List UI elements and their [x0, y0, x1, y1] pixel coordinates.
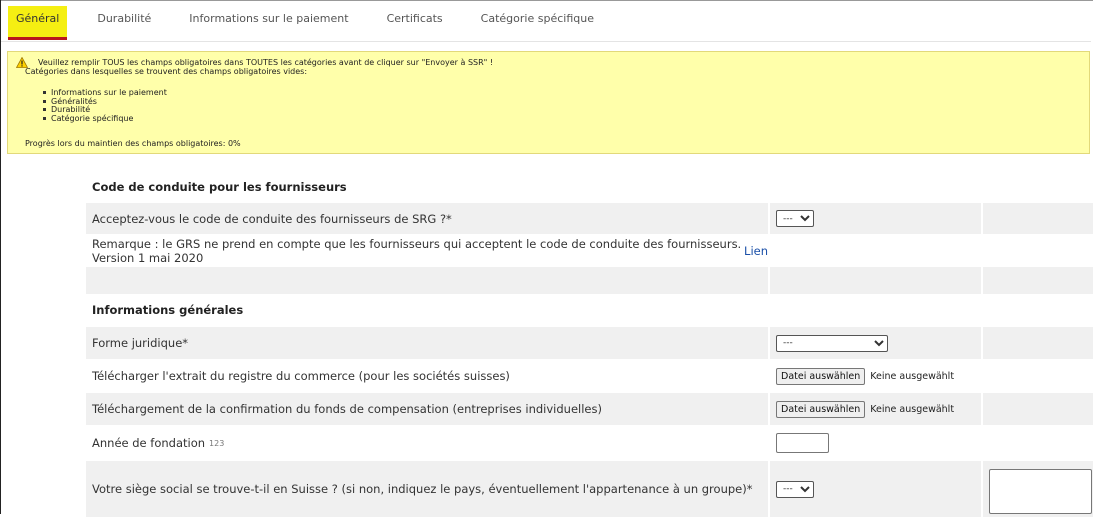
row-accept-code: Acceptez-vous le code de conduite des fo… — [86, 203, 1093, 234]
section-title-code-of-conduct: Code de conduite pour les fournisseurs — [92, 180, 347, 194]
file-status: Keine ausgewählt — [870, 370, 955, 382]
remark-link[interactable]: Lien — [744, 244, 768, 258]
remark-text: Remarque : le GRS ne prend en compte que… — [92, 236, 742, 265]
row-spacer — [86, 267, 1093, 294]
founding-year-label: Année de fondation — [92, 436, 206, 450]
row-legal-form: Forme juridique* --- — [86, 327, 1093, 359]
row-remark: Remarque : le GRS ne prend en compte que… — [86, 235, 1093, 266]
row-founding-year: Année de fondation 123 — [86, 426, 1093, 460]
list-item: Catégorie spécifique — [43, 114, 167, 122]
accept-code-select[interactable]: --- — [776, 210, 814, 227]
warning-categories-intro: Catégories dans lesquelles se trouvent d… — [25, 67, 308, 76]
section-title-general-info: Informations générales — [92, 303, 244, 317]
list-item: Informations sur le paiement — [43, 88, 167, 97]
row-upload-commerce-register: Télécharger l'extrait du registre du com… — [86, 360, 1093, 392]
tab-bar: Général Durabilité Informations sur le p… — [8, 6, 624, 40]
headquarters-select[interactable]: --- — [776, 480, 814, 498]
tab-durabilite[interactable]: Durabilité — [89, 6, 159, 36]
choose-file-button[interactable]: Datei auswählen — [776, 367, 866, 385]
founding-year-input[interactable] — [776, 433, 829, 453]
tab-categorie-specifique[interactable]: Catégorie spécifique — [473, 6, 602, 36]
tab-general[interactable]: Général — [8, 6, 68, 40]
section-header-general-info: Informations générales — [86, 295, 1093, 325]
mandatory-fields-warning: Veuillez remplir TOUS les champs obligat… — [7, 51, 1090, 154]
headquarters-label: Votre siège social se trouve-t-il en Sui… — [86, 461, 768, 517]
upload-compensation-fund-label: Téléchargement de la confirmation du fon… — [86, 393, 768, 425]
row-headquarters: Votre siège social se trouve-t-il en Sui… — [86, 461, 1093, 517]
empty-categories-list: Informations sur le paiement Généralités… — [43, 88, 167, 122]
file-status: Keine ausgewählt — [870, 403, 955, 415]
window-top-border — [0, 0, 1093, 1]
accept-code-label: Acceptez-vous le code de conduite des fo… — [86, 203, 768, 234]
headquarters-details-textarea[interactable] — [989, 469, 1092, 514]
numeric-hint: 123 — [209, 438, 225, 448]
tab-paiement[interactable]: Informations sur le paiement — [181, 6, 356, 36]
list-item: Durabilité — [43, 105, 167, 114]
legal-form-select[interactable]: --- — [776, 334, 888, 352]
legal-form-label: Forme juridique* — [86, 327, 768, 359]
upload-commerce-register-label: Télécharger l'extrait du registre du com… — [92, 369, 510, 383]
tabs-divider — [1, 41, 1091, 42]
section-header-code-of-conduct: Code de conduite pour les fournisseurs — [86, 172, 1093, 202]
tab-certificats[interactable]: Certificats — [379, 6, 451, 36]
row-upload-compensation-fund: Téléchargement de la confirmation du fon… — [86, 393, 1093, 425]
choose-file-button[interactable]: Datei auswählen — [776, 400, 866, 418]
window-left-border — [0, 0, 1, 514]
progress-text: Progrès lors du maintien des champs obli… — [25, 139, 241, 148]
list-item: Généralités — [43, 97, 167, 105]
